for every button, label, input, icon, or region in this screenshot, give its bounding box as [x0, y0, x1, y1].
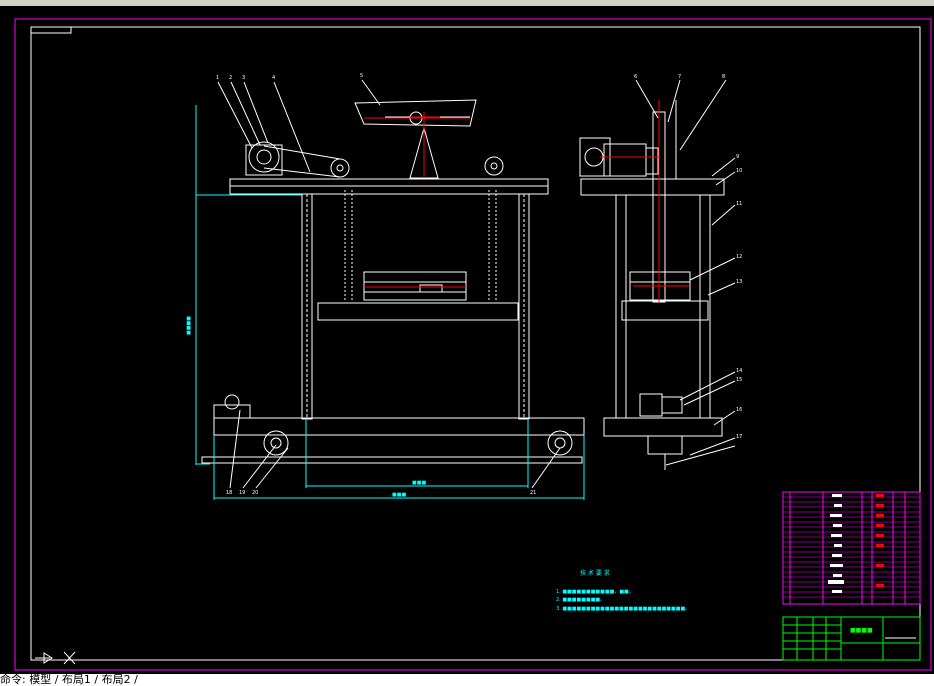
drawing-code-box [30, 26, 72, 34]
svg-text:21: 21 [530, 490, 536, 496]
svg-text:2: 2 [229, 75, 232, 81]
tech-req-title: 技 术 要 求 [580, 569, 610, 577]
svg-text:10: 10 [736, 168, 742, 174]
title-block-drawing-name: ■■■■ [850, 627, 873, 634]
balloons: 12345 678 910111213 14151617 18 19 20 21 [216, 73, 742, 496]
front-view [201, 99, 585, 464]
front-view-leaders [217, 79, 561, 489]
svg-text:14: 14 [736, 368, 742, 374]
svg-text:4: 4 [272, 75, 275, 81]
parts-list-qty [876, 494, 884, 587]
svg-text:16: 16 [736, 407, 742, 413]
svg-text:5: 5 [360, 73, 363, 79]
svg-text:15: 15 [736, 377, 742, 383]
title-block [782, 616, 921, 661]
tech-req-item-3: 3. ■■■■■■■■■■■■■■■■■■■■■■■■■■。 [556, 606, 690, 612]
svg-text:17: 17 [736, 434, 742, 440]
svg-text:6: 6 [634, 74, 637, 80]
svg-text:11: 11 [736, 201, 742, 207]
svg-text:8: 8 [722, 74, 725, 80]
drawing-outer-frame [14, 18, 932, 671]
svg-text:1: 1 [216, 75, 219, 81]
svg-text:18: 18 [226, 490, 232, 496]
dim-total-width-label: ■■■ [392, 492, 406, 498]
svg-text:3: 3 [242, 75, 245, 81]
dim-inner-width-label: ■■■ [412, 480, 426, 486]
tech-req-item-2: 2. ■■■■■■■■。 [556, 597, 605, 603]
dim-height-label: ■■■■ [186, 316, 192, 335]
ucs-icon [35, 651, 76, 665]
side-view [579, 100, 725, 470]
command-line[interactable]: 命令: 模型 / 布局1 / 布局2 / [0, 674, 934, 686]
cad-drawing-canvas[interactable]: ■■■■ ■■■ ■■■ 1 2 3 4 5 6 7 8 9 10 11 12 … [0, 6, 934, 674]
svg-text:7: 7 [678, 74, 681, 80]
svg-text:9: 9 [736, 154, 739, 160]
tech-req-item-1: 1. ■■■■■■■■■■■，■■。 [556, 589, 634, 595]
parts-list-rows [783, 496, 920, 598]
drawing-inner-frame [30, 26, 921, 661]
command-line-text: 命令: 模型 / 布局1 / 布局2 / [0, 674, 138, 686]
svg-text:13: 13 [736, 279, 742, 285]
svg-text:12: 12 [736, 254, 742, 260]
svg-text:20: 20 [252, 490, 258, 496]
svg-text:19: 19 [239, 490, 245, 496]
parts-list-names [828, 494, 844, 593]
front-view-red-details [364, 112, 470, 288]
